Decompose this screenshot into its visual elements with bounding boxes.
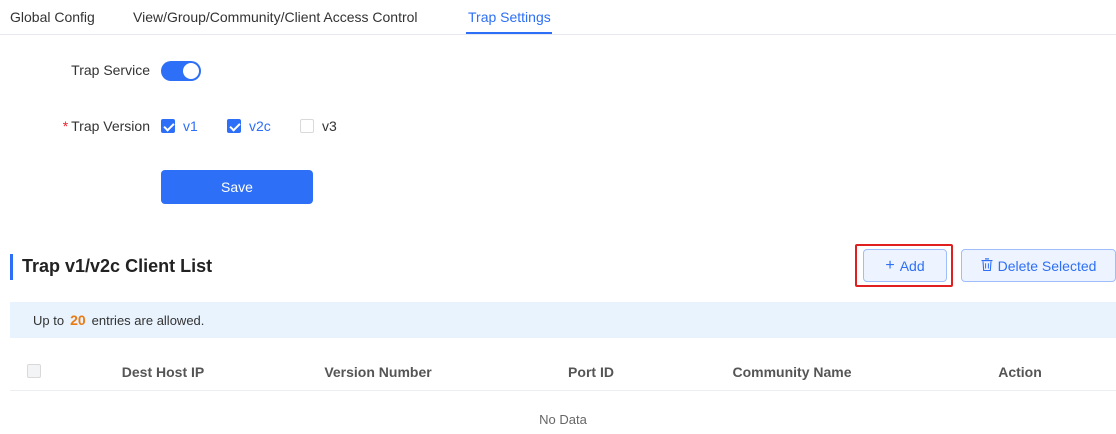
column-port-id: Port ID [568, 364, 614, 380]
checkbox-v2c[interactable] [227, 119, 241, 133]
banner-suffix: entries are allowed. [91, 312, 205, 328]
tab-bar: Global Config View/Group/Community/Clien… [0, 0, 1116, 35]
column-community-name: Community Name [732, 364, 852, 380]
trap-version-label: * Trap Version [63, 118, 150, 134]
plus-icon: + [885, 256, 895, 274]
column-action: Action [998, 364, 1042, 380]
checkbox-v3-label[interactable]: v3 [322, 118, 337, 134]
max-entries-count: 20 [70, 312, 86, 328]
section-accent-bar [10, 254, 13, 280]
active-tab-indicator [466, 32, 552, 34]
tab-global-config[interactable]: Global Config [10, 9, 95, 25]
add-button-label: Add [899, 257, 925, 274]
select-all-checkbox[interactable] [27, 364, 41, 378]
toggle-knob [183, 63, 199, 79]
tab-access-control[interactable]: View/Group/Community/Client Access Contr… [133, 9, 418, 25]
add-button[interactable]: + Add [863, 249, 947, 282]
delete-selected-label: Delete Selected [997, 257, 1097, 274]
column-version-number: Version Number [324, 364, 432, 380]
checkbox-v1-label[interactable]: v1 [183, 118, 198, 134]
column-dest-host-ip: Dest Host IP [121, 364, 205, 380]
save-button[interactable]: Save [161, 170, 313, 204]
table-header: Dest Host IP Version Number Port ID Comm… [10, 352, 1116, 391]
required-mark: * [62, 118, 69, 134]
trap-service-label: Trap Service [71, 62, 150, 78]
delete-selected-button[interactable]: Delete Selected [961, 249, 1116, 282]
checkbox-v2c-label[interactable]: v2c [249, 118, 271, 134]
checkbox-v1[interactable] [161, 119, 175, 133]
checkbox-v3[interactable] [300, 119, 314, 133]
trash-icon [981, 257, 993, 274]
entries-limit-banner: Up to 20 entries are allowed. [10, 302, 1116, 338]
client-list-title: Trap v1/v2c Client List [22, 256, 213, 276]
trap-service-toggle[interactable] [161, 61, 201, 81]
empty-table-message: No Data [539, 412, 587, 427]
banner-prefix: Up to [33, 312, 65, 328]
trap-version-text: Trap Version [71, 118, 150, 134]
tab-trap-settings[interactable]: Trap Settings [468, 9, 551, 25]
